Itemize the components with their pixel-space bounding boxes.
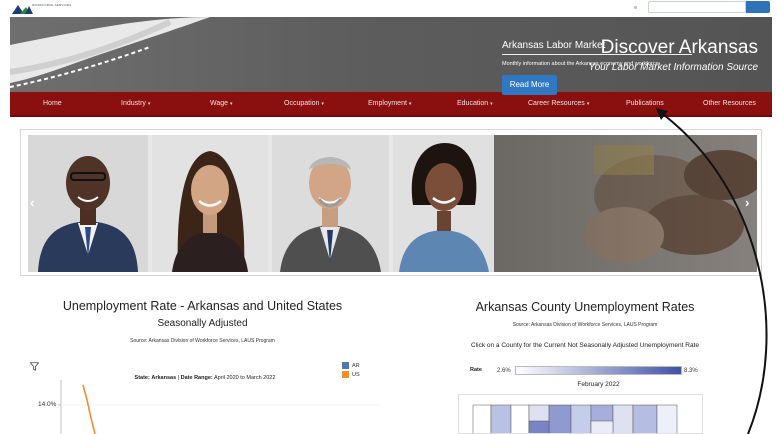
series-line-us (82, 384, 96, 434)
nav-industry[interactable]: Industry ▾ (121, 100, 150, 107)
county-map-source: Source: Arkansas Division of Workforce S… (512, 322, 658, 328)
legend-item-ar[interactable]: AR (342, 361, 360, 370)
unemployment-chart-title: Unemployment Rate - Arkansas and United … (62, 299, 343, 313)
rate-color-scale (515, 366, 682, 375)
nav-publications[interactable]: Publications (626, 100, 664, 107)
county-map-instruction: Click on a County for the Current Not Se… (471, 342, 699, 349)
carousel-prev-icon[interactable]: ‹ (30, 195, 34, 210)
person-image (152, 135, 268, 272)
legend-swatch (342, 362, 349, 369)
nav-career-resources[interactable]: Career Resources ▾ (528, 100, 589, 107)
legend-swatch (342, 371, 349, 378)
chart-legend: AR US (342, 361, 360, 379)
nav-other-resources[interactable]: Other Resources (703, 100, 756, 107)
main-nav: Home Industry ▾ Wage ▾ Occupation ▾ Employm… (10, 92, 772, 117)
person-image (272, 135, 389, 272)
rate-scale-max: 8.3% (684, 368, 698, 374)
search-button[interactable] (746, 1, 770, 13)
unemployment-chart-source: Source: Arkansas Division of Workforce S… (130, 338, 275, 344)
site-title: Discover Arkansas (600, 37, 758, 58)
chevron-down-icon: ▾ (147, 101, 151, 107)
carousel-photo (272, 135, 389, 272)
nav-occupation[interactable]: Occupation ▾ (284, 100, 324, 107)
county-map-graphic (472, 404, 678, 433)
top-bar: WORKFORCE SERVICES (0, 0, 777, 17)
caption-divider (502, 54, 692, 55)
filter-icon[interactable] (30, 362, 39, 371)
county-map[interactable] (458, 394, 703, 434)
person-image (393, 135, 494, 272)
nav-home[interactable]: Home (43, 100, 62, 107)
road-graphic (10, 17, 210, 88)
carousel-next-icon[interactable]: › (745, 195, 749, 210)
chevron-down-icon: ▾ (321, 101, 324, 107)
carousel-photo (152, 135, 268, 272)
page: WORKFORCE SERVICES Discover Arkansas You… (0, 0, 777, 434)
chevron-down-icon: ▾ (586, 101, 590, 107)
chevron-down-icon: ▾ (490, 101, 493, 107)
chevron-down-icon: ▾ (408, 101, 412, 107)
caption-title: Arkansas Labor Market (502, 40, 606, 51)
legend-item-us[interactable]: US (342, 370, 360, 379)
nav-education[interactable]: Education ▾ (457, 100, 493, 107)
rate-month: February 2022 (577, 381, 620, 388)
nav-wage[interactable]: Wage ▾ (210, 100, 233, 107)
hero-carousel[interactable]: ‹ › (28, 135, 757, 272)
caption-text: Monthly information about the Arkansas e… (502, 61, 659, 67)
person-image (28, 135, 148, 272)
nav-employment[interactable]: Employment ▾ (368, 100, 411, 107)
y-axis-tick: 14.0% (38, 401, 57, 408)
caption-panel (494, 135, 757, 272)
search-input[interactable] (648, 1, 746, 13)
read-more-button[interactable]: Read More (502, 75, 557, 95)
carousel-photo (393, 135, 494, 272)
chevron-down-icon: ▾ (230, 101, 233, 107)
unemployment-line-chart[interactable] (55, 380, 385, 434)
carousel-photo (28, 135, 148, 272)
logo-text: WORKFORCE SERVICES (32, 3, 72, 7)
language-icon[interactable] (634, 6, 637, 9)
rate-scale-min: 2.6% (497, 368, 511, 374)
rate-scale-label: Rate (470, 367, 482, 373)
unemployment-chart-subtitle: Seasonally Adjusted (157, 318, 248, 329)
county-map-title: Arkansas County Unemployment Rates (475, 300, 695, 314)
